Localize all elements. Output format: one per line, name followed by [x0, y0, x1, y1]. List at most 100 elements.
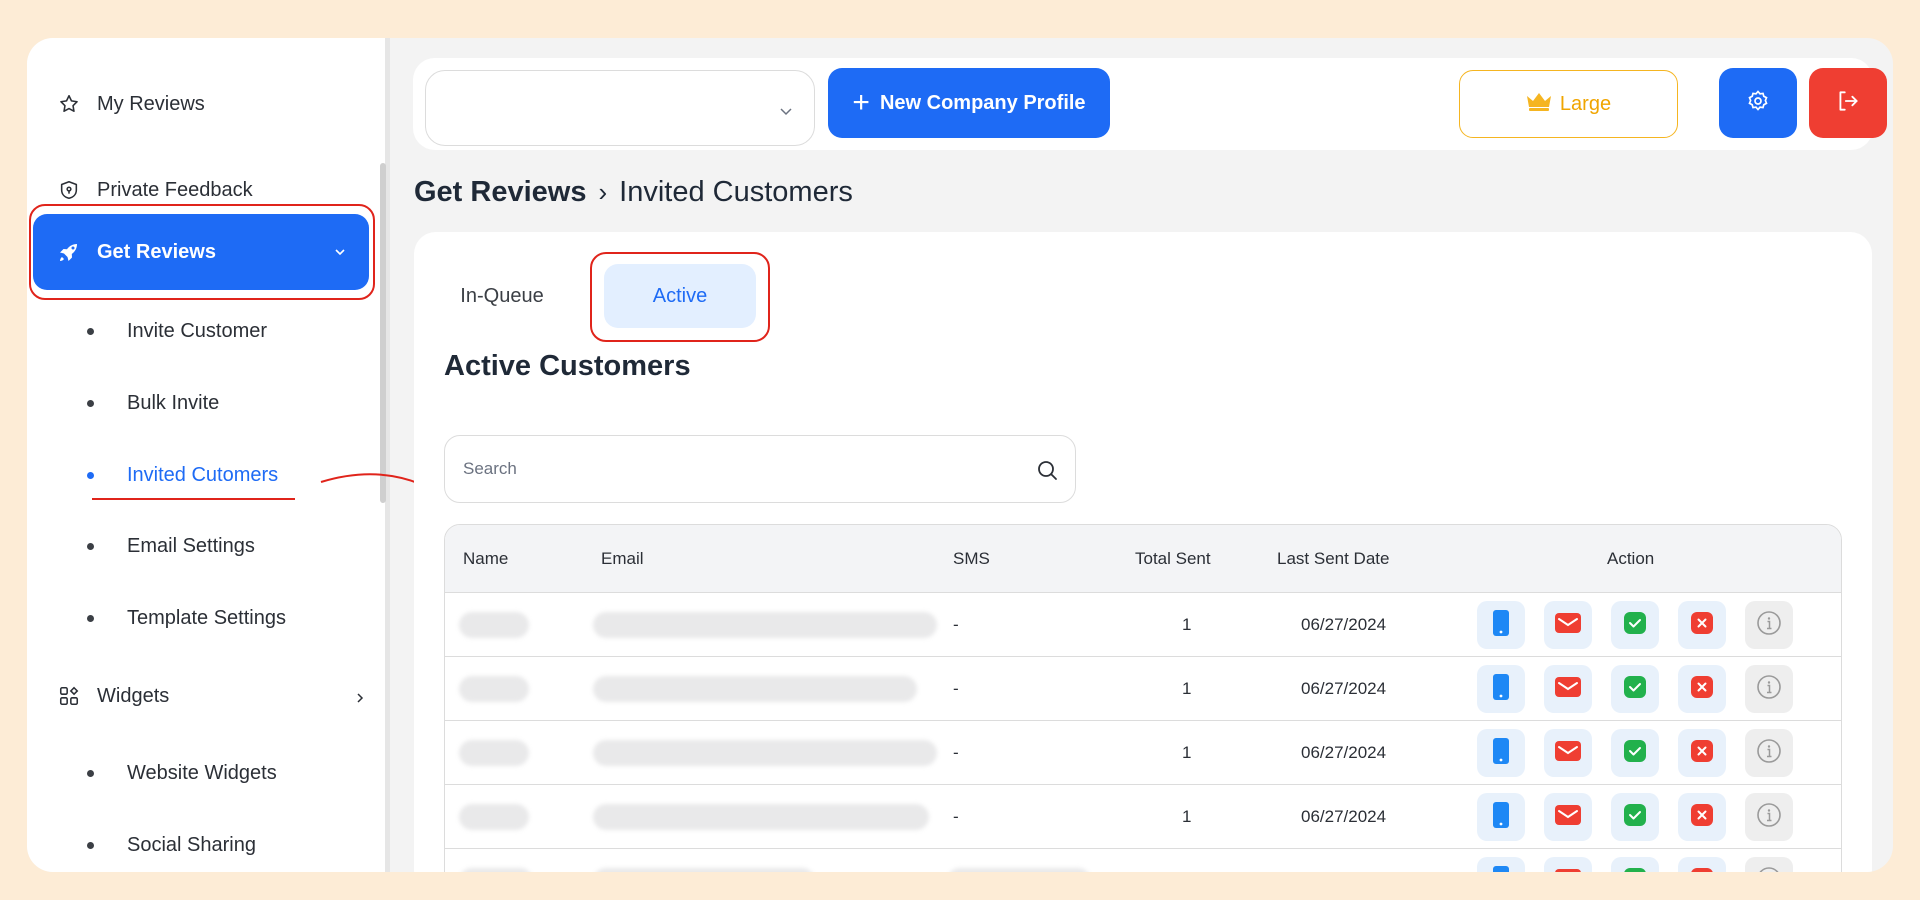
resend-email-button[interactable]	[1544, 857, 1592, 872]
sidebar-subitem-template-settings[interactable]: Template Settings	[87, 598, 286, 638]
mark-complete-button[interactable]	[1611, 857, 1659, 872]
mark-complete-button[interactable]	[1611, 793, 1659, 841]
resend-sms-button[interactable]	[1477, 857, 1525, 872]
info-button[interactable]	[1745, 793, 1793, 841]
name-cell-redacted	[459, 849, 533, 872]
cancel-invite-button[interactable]	[1678, 857, 1726, 872]
phone-icon	[1492, 865, 1510, 872]
info-button[interactable]	[1745, 729, 1793, 777]
mark-complete-button[interactable]	[1611, 729, 1659, 777]
sms-cell: -	[953, 679, 959, 698]
settings-button[interactable]	[1719, 68, 1797, 138]
email-cell-redacted	[593, 721, 937, 785]
sidebar-item-label: My Reviews	[97, 92, 205, 115]
logout-button[interactable]	[1809, 68, 1887, 138]
name-cell-redacted	[459, 785, 529, 849]
new-company-profile-button[interactable]: + New Company Profile	[828, 68, 1110, 138]
sidebar: My Reviews Private Feedback Get Reviews …	[27, 38, 385, 872]
sidebar-subitem-email-settings[interactable]: Email Settings	[87, 526, 255, 566]
info-icon	[1756, 802, 1782, 833]
main-card: In-Queue Active Active Customers Name Em…	[414, 232, 1872, 872]
bullet-dot	[87, 399, 94, 407]
sidebar-subitem-bulk-invite[interactable]: Bulk Invite	[87, 383, 219, 423]
phone-icon	[1492, 673, 1510, 706]
mark-complete-button[interactable]	[1611, 665, 1659, 713]
search-icon[interactable]	[1035, 458, 1059, 487]
envelope-icon	[1554, 676, 1582, 703]
sidebar-item-widgets[interactable]: Widgets	[57, 674, 367, 718]
info-icon	[1756, 610, 1782, 641]
search-field[interactable]	[444, 435, 1076, 503]
info-button[interactable]	[1745, 857, 1793, 872]
sidebar-subitem-invite-customer[interactable]: Invite Customer	[87, 311, 267, 351]
total-sent-cell: 1	[1182, 743, 1192, 762]
resend-sms-button[interactable]	[1477, 729, 1525, 777]
resend-sms-button[interactable]	[1477, 665, 1525, 713]
resend-email-button[interactable]	[1544, 665, 1592, 713]
resend-email-button[interactable]	[1544, 729, 1592, 777]
sidebar-subitem-social-sharing[interactable]: Social Sharing	[87, 825, 256, 865]
sidebar-subitem-label: Website Widgets	[127, 761, 277, 784]
star-icon	[57, 92, 81, 116]
envelope-icon	[1554, 612, 1582, 639]
cancel-invite-button[interactable]	[1678, 729, 1726, 777]
breadcrumb-root[interactable]: Get Reviews	[414, 176, 586, 209]
section-title: Active Customers	[444, 350, 691, 382]
breadcrumb-separator: ›	[598, 177, 608, 207]
logout-icon	[1835, 88, 1861, 119]
check-icon	[1623, 675, 1647, 704]
email-cell-redacted	[593, 849, 815, 872]
sidebar-subitem-invited-customers[interactable]: Invited Cutomers	[87, 455, 278, 495]
resend-sms-button[interactable]	[1477, 793, 1525, 841]
search-input[interactable]	[463, 459, 1023, 479]
bullet-dot	[87, 471, 94, 479]
info-icon	[1756, 738, 1782, 769]
chevron-down-icon	[778, 103, 794, 124]
email-cell-redacted	[593, 657, 917, 721]
column-header-email[interactable]: Email	[601, 525, 644, 593]
last-sent-date-cell: 06/27/2024	[1301, 743, 1387, 762]
table-row: 1 06/27/2024	[445, 849, 1841, 872]
close-icon	[1690, 867, 1714, 872]
gear-icon	[1746, 89, 1770, 118]
widgets-icon	[57, 684, 81, 708]
shield-icon	[57, 178, 81, 202]
column-header-total-sent[interactable]: Total Sent	[1135, 525, 1211, 593]
resend-sms-button[interactable]	[1477, 601, 1525, 649]
sidebar-subitem-label: Invite Customer	[127, 319, 268, 342]
cancel-invite-button[interactable]	[1678, 793, 1726, 841]
table-header: Name Email SMS Total Sent Last Sent Date…	[445, 525, 1841, 593]
app-frame: My Reviews Private Feedback Get Reviews …	[27, 38, 1893, 872]
breadcrumb-current: Invited Customers	[619, 176, 853, 208]
table-row: - 1 06/27/2024	[445, 657, 1841, 721]
info-button[interactable]	[1745, 601, 1793, 649]
table-row: - 1 06/27/2024	[445, 785, 1841, 849]
company-profile-select[interactable]	[425, 70, 815, 146]
column-header-last-sent-date[interactable]: Last Sent Date	[1277, 525, 1389, 593]
last-sent-date-cell: 06/27/2024	[1301, 615, 1387, 634]
sidebar-subitem-label: Template Settings	[127, 606, 286, 629]
cancel-invite-button[interactable]	[1678, 665, 1726, 713]
top-bar: + New Company Profile Large	[413, 58, 1887, 150]
plan-badge-button[interactable]: Large	[1459, 70, 1678, 138]
cancel-invite-button[interactable]	[1678, 601, 1726, 649]
annotation-underline	[92, 498, 295, 500]
customers-table: Name Email SMS Total Sent Last Sent Date…	[444, 524, 1842, 872]
tab-in-queue[interactable]: In-Queue	[442, 264, 562, 328]
resend-email-button[interactable]	[1544, 601, 1592, 649]
info-button[interactable]	[1745, 665, 1793, 713]
column-header-action: Action	[1607, 549, 1655, 568]
sidebar-scrollbar[interactable]	[380, 163, 386, 503]
close-icon	[1690, 739, 1714, 768]
total-sent-cell: 1	[1182, 849, 1191, 872]
column-header-name[interactable]: Name	[463, 525, 508, 593]
mark-complete-button[interactable]	[1611, 601, 1659, 649]
last-sent-date-cell: 06/27/2024	[1301, 807, 1387, 826]
last-sent-date-cell: 06/27/2024	[1301, 679, 1387, 698]
resend-email-button[interactable]	[1544, 793, 1592, 841]
plan-label: Large	[1559, 92, 1612, 115]
sidebar-item-my-reviews[interactable]: My Reviews	[57, 82, 205, 126]
sidebar-subitem-website-widgets[interactable]: Website Widgets	[87, 753, 277, 793]
column-header-sms[interactable]: SMS	[953, 525, 990, 593]
sidebar-subitem-label: Invited Cutomers	[127, 463, 279, 486]
